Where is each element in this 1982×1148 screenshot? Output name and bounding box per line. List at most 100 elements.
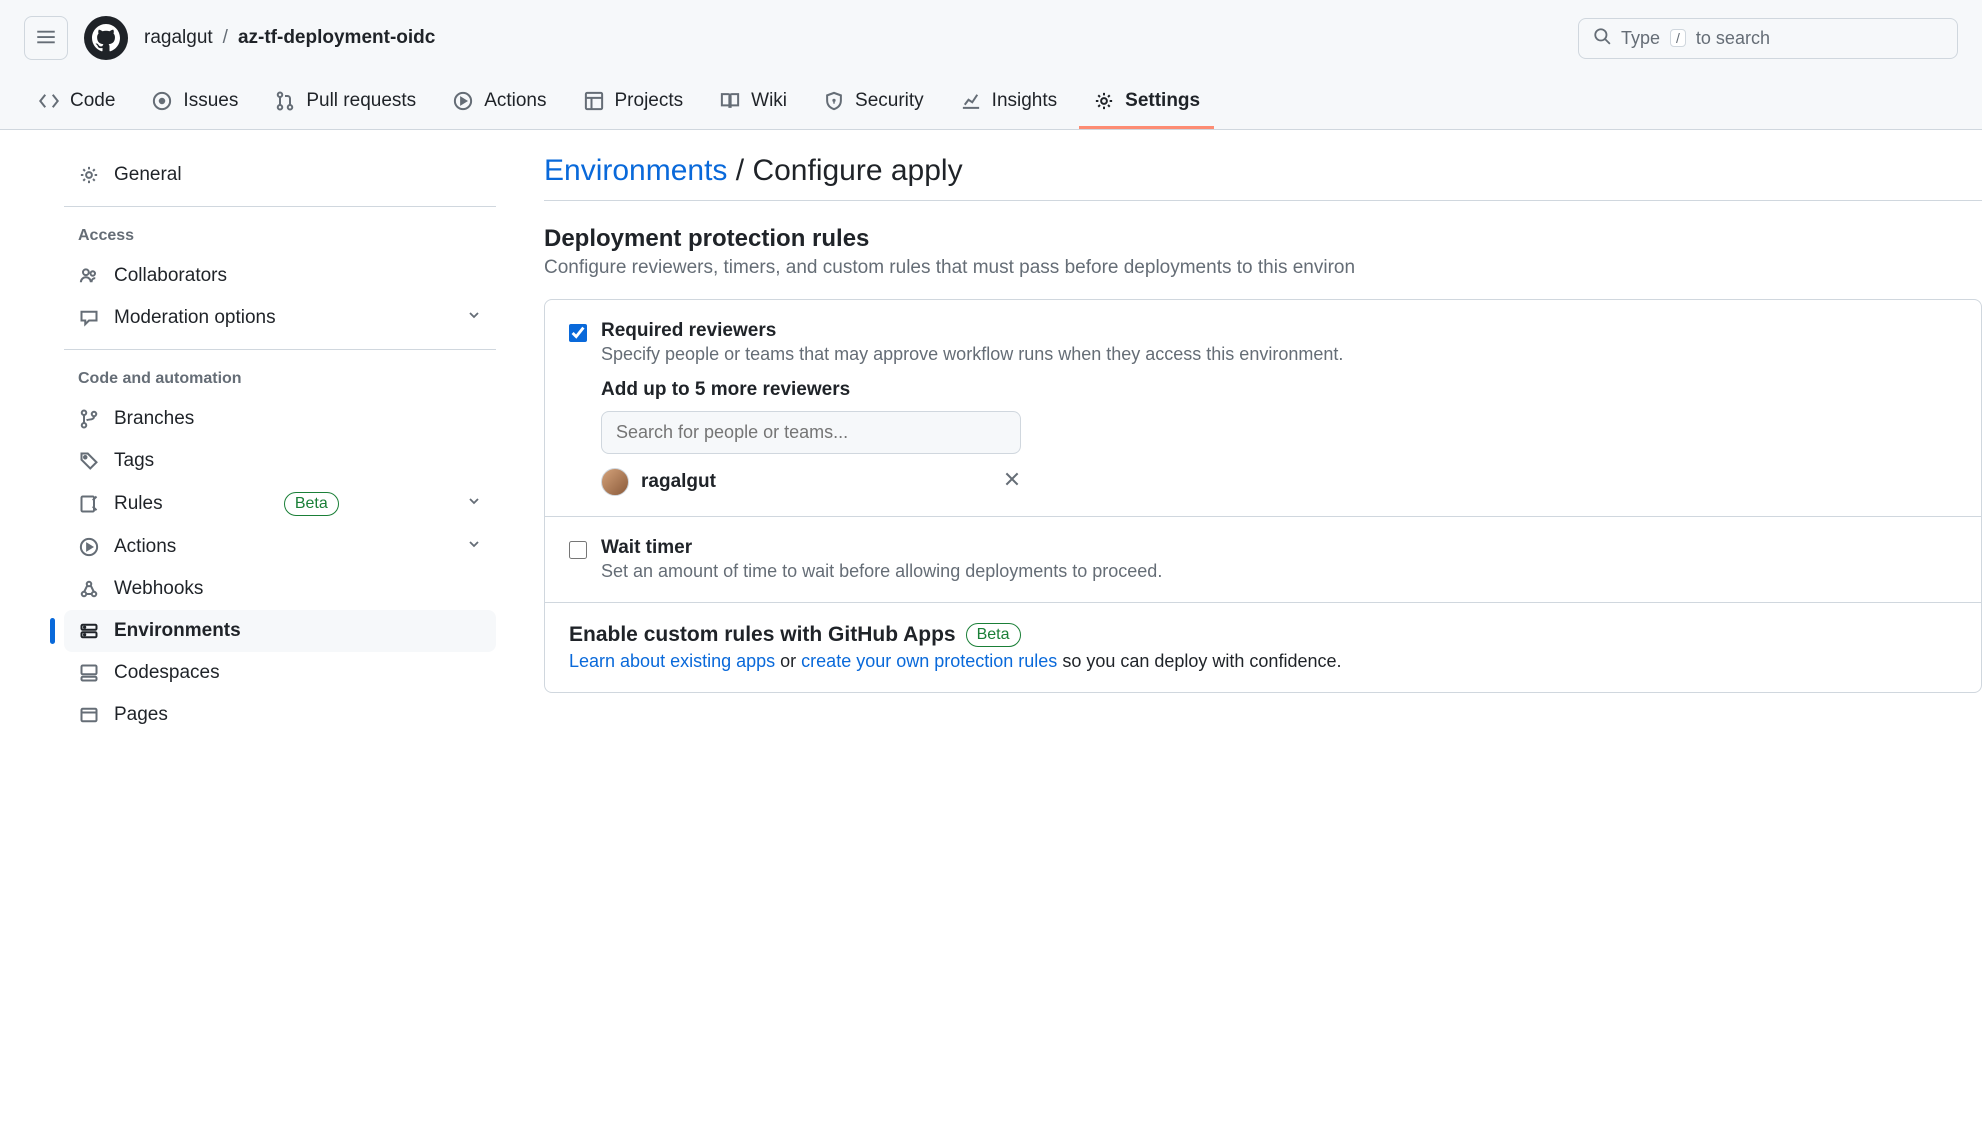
play-icon <box>78 536 100 558</box>
custom-rules-row: Enable custom rules with GitHub Apps Bet… <box>545 603 1981 692</box>
hamburger-button[interactable] <box>24 16 68 60</box>
main: General Access Collaborators Moderation … <box>0 130 1982 760</box>
tab-label: Settings <box>1125 90 1200 112</box>
required-reviewers-row: Required reviewers Specify people or tea… <box>545 300 1981 517</box>
sidebar-item-general[interactable]: General <box>64 154 496 196</box>
custom-rules-desc: Learn about existing apps or create your… <box>569 651 1957 672</box>
wait-timer-row: Wait timer Set an amount of time to wait… <box>545 517 1981 603</box>
sidebar-section-code: Code and automation <box>64 360 496 398</box>
required-reviewers-checkbox[interactable] <box>569 324 587 342</box>
search-input[interactable]: Type / to search <box>1578 18 1958 59</box>
sidebar-label: General <box>114 164 182 186</box>
content: Environments / Configure apply Deploymen… <box>520 154 1982 736</box>
sidebar-section-access: Access <box>64 217 496 255</box>
repo-tabs: Code Issues Pull requests Actions Projec… <box>0 76 1982 130</box>
play-icon <box>452 90 474 112</box>
sidebar-label: Rules <box>114 493 163 515</box>
tab-label: Projects <box>615 90 684 112</box>
book-icon <box>719 90 741 112</box>
sidebar-item-actions[interactable]: Actions <box>64 526 496 568</box>
sidebar-label: Webhooks <box>114 578 203 600</box>
tab-settings[interactable]: Settings <box>1079 76 1214 129</box>
tab-insights[interactable]: Insights <box>946 76 1071 129</box>
sidebar-item-moderation[interactable]: Moderation options <box>64 297 496 339</box>
sidebar-item-branches[interactable]: Branches <box>64 398 496 440</box>
pull-request-icon <box>274 90 296 112</box>
custom-or-text: or <box>775 651 801 671</box>
create-rules-link[interactable]: create your own protection rules <box>801 651 1057 671</box>
tab-projects[interactable]: Projects <box>569 76 698 129</box>
sidebar-item-environments[interactable]: Environments <box>64 610 496 652</box>
environments-link[interactable]: Environments <box>544 154 727 187</box>
sidebar-item-codespaces[interactable]: Codespaces <box>64 652 496 694</box>
avatar <box>601 468 629 496</box>
add-reviewers-title: Add up to 5 more reviewers <box>601 379 1957 401</box>
tab-label: Pull requests <box>306 90 416 112</box>
breadcrumb-separator: / <box>223 27 228 49</box>
people-icon <box>78 265 100 287</box>
custom-rules-title: Enable custom rules with GitHub Apps <box>569 623 956 647</box>
issue-icon <box>151 90 173 112</box>
sidebar-label: Environments <box>114 620 241 642</box>
learn-apps-link[interactable]: Learn about existing apps <box>569 651 775 671</box>
breadcrumb-owner[interactable]: ragalgut <box>144 27 213 49</box>
chevron-down-icon <box>466 536 482 558</box>
wait-timer-checkbox[interactable] <box>569 541 587 559</box>
tab-label: Actions <box>484 90 546 112</box>
tab-issues[interactable]: Issues <box>137 76 252 129</box>
reviewer-item: ragalgut <box>601 468 1021 496</box>
reviewer-search-input[interactable] <box>601 411 1021 454</box>
search-kbd: / <box>1670 29 1686 47</box>
sidebar-label: Branches <box>114 408 194 430</box>
chevron-down-icon <box>466 307 482 329</box>
reviewer-name: ragalgut <box>641 471 991 493</box>
beta-badge: Beta <box>966 623 1021 647</box>
sidebar-label: Collaborators <box>114 265 227 287</box>
sidebar-label: Tags <box>114 450 154 472</box>
breadcrumb-repo[interactable]: az-tf-deployment-oidc <box>238 27 435 49</box>
search-prefix: Type <box>1621 28 1660 49</box>
page-title: Environments / Configure apply <box>544 154 1982 201</box>
settings-sidebar: General Access Collaborators Moderation … <box>0 154 520 736</box>
codespaces-icon <box>78 662 100 684</box>
title-current: Configure apply <box>752 154 962 187</box>
search-icon <box>1593 27 1611 50</box>
tab-code[interactable]: Code <box>24 76 129 129</box>
sidebar-item-collaborators[interactable]: Collaborators <box>64 255 496 297</box>
required-reviewers-title: Required reviewers <box>601 320 1957 342</box>
sidebar-item-pages[interactable]: Pages <box>64 694 496 736</box>
branch-icon <box>78 408 100 430</box>
tab-pulls[interactable]: Pull requests <box>260 76 430 129</box>
section-title: Deployment protection rules <box>544 225 1982 253</box>
tab-label: Wiki <box>751 90 787 112</box>
sidebar-item-rules[interactable]: Rules Beta <box>64 482 496 526</box>
webhook-icon <box>78 578 100 600</box>
tab-actions[interactable]: Actions <box>438 76 560 129</box>
chevron-down-icon <box>466 493 482 515</box>
wait-timer-title: Wait timer <box>601 537 1957 559</box>
tab-wiki[interactable]: Wiki <box>705 76 801 129</box>
tab-label: Issues <box>183 90 238 112</box>
beta-badge: Beta <box>284 492 339 516</box>
gear-icon <box>1093 90 1115 112</box>
search-suffix: to search <box>1696 28 1770 49</box>
sidebar-item-webhooks[interactable]: Webhooks <box>64 568 496 610</box>
title-separator: / <box>736 154 744 187</box>
comment-icon <box>78 307 100 329</box>
tab-security[interactable]: Security <box>809 76 938 129</box>
protection-rules-panel: Required reviewers Specify people or tea… <box>544 299 1982 693</box>
remove-reviewer-button[interactable] <box>1003 470 1021 494</box>
custom-suffix-text: so you can deploy with confidence. <box>1057 651 1341 671</box>
header: ragalgut / az-tf-deployment-oidc Type / … <box>0 0 1982 76</box>
sidebar-label: Actions <box>114 536 176 558</box>
breadcrumb: ragalgut / az-tf-deployment-oidc <box>144 27 435 49</box>
tag-icon <box>78 450 100 472</box>
server-icon <box>78 620 100 642</box>
gear-icon <box>78 164 100 186</box>
github-logo[interactable] <box>84 16 128 60</box>
rules-icon <box>78 493 100 515</box>
sidebar-item-tags[interactable]: Tags <box>64 440 496 482</box>
section-desc: Configure reviewers, timers, and custom … <box>544 257 1982 279</box>
sidebar-label: Codespaces <box>114 662 220 684</box>
tab-label: Insights <box>992 90 1057 112</box>
